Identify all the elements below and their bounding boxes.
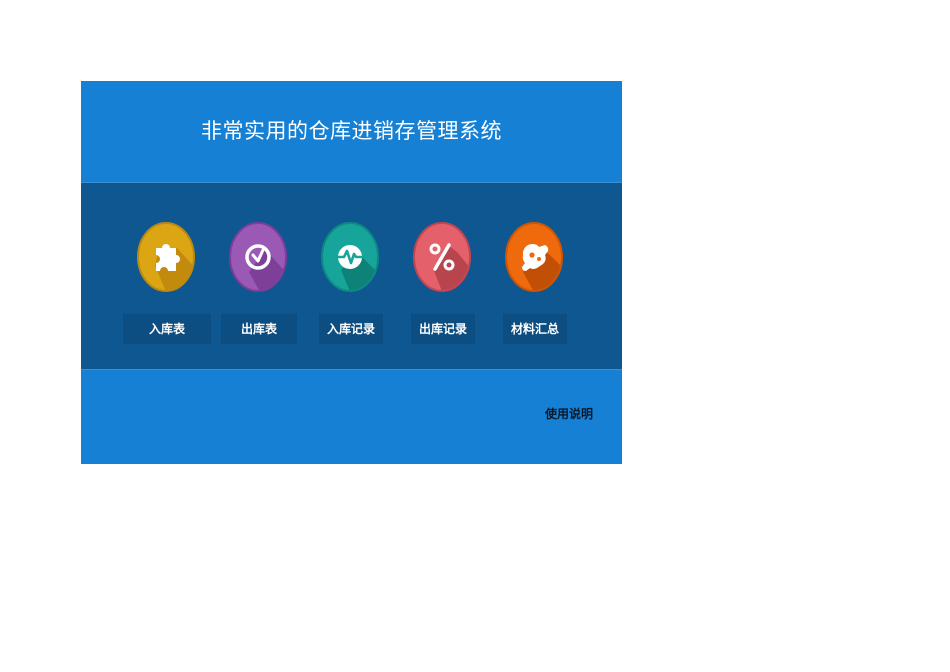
material-summary-label[interactable]: 材料汇总	[503, 314, 567, 344]
stock-in-records-label[interactable]: 入库记录	[319, 314, 383, 344]
tools-icon	[505, 222, 563, 292]
help-link[interactable]: 使用说明	[545, 405, 593, 422]
stock-out-label[interactable]: 出库表	[221, 314, 297, 344]
footer-band: 使用说明	[81, 370, 622, 464]
stock-out-records-button[interactable]	[413, 222, 471, 292]
puzzle-icon	[137, 222, 195, 292]
menu-tile-stock-out: 出库表	[213, 183, 305, 371]
menu-band: 入库表 出库表 入库记录 出库记录 材料汇总	[81, 182, 622, 370]
stock-in-records-button[interactable]	[321, 222, 379, 292]
main-panel: 非常实用的仓库进销存管理系统 入库表 出库表 入库记录 出库记录 材料汇总 使用…	[81, 81, 622, 464]
stock-out-records-label[interactable]: 出库记录	[411, 314, 475, 344]
menu-tile-material-summary: 材料汇总	[489, 183, 581, 371]
menu-tile-stock-out-records: 出库记录	[397, 183, 489, 371]
menu-tile-stock-in: 入库表	[121, 183, 213, 371]
pulse-icon	[321, 222, 379, 292]
page-title: 非常实用的仓库进销存管理系统	[201, 119, 502, 143]
stock-out-button[interactable]	[229, 222, 287, 292]
stock-in-label[interactable]: 入库表	[123, 314, 211, 344]
material-summary-button[interactable]	[505, 222, 563, 292]
stock-in-button[interactable]	[137, 222, 195, 292]
menu-tile-stock-in-records: 入库记录	[305, 183, 397, 371]
header-banner: 非常实用的仓库进销存管理系统	[81, 81, 622, 182]
percent-icon	[413, 222, 471, 292]
clock-icon	[229, 222, 287, 292]
